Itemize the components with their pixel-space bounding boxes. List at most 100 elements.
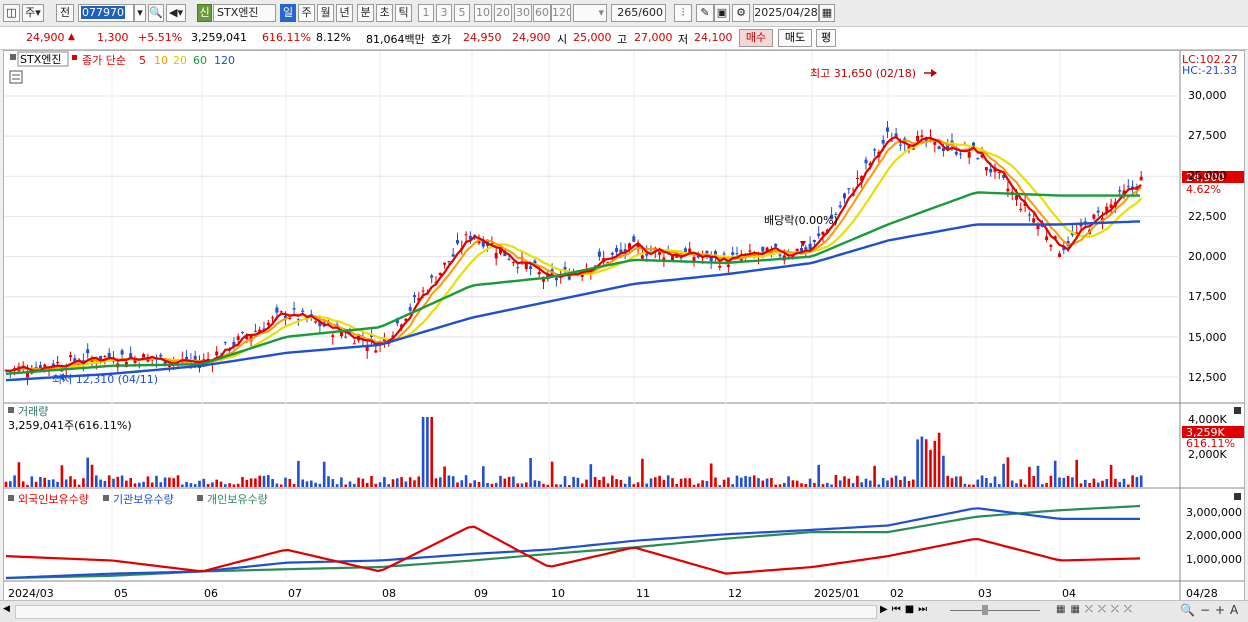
scroll-left-icon[interactable]: ◀: [3, 604, 13, 618]
period-tab-minute[interactable]: 분: [357, 4, 374, 22]
volume-bar: [4, 481, 8, 487]
candles: [4, 120, 1143, 386]
chart-area[interactable]: STX엔진 종가 단순 5 10 20 60 120 LC:102.27 HC:…: [3, 50, 1245, 602]
volume-bar: [912, 479, 915, 487]
count-total: /600: [638, 6, 663, 19]
volume-bar: [894, 475, 898, 487]
scroll-track[interactable]: [15, 605, 877, 619]
interval-3[interactable]: 3: [436, 4, 452, 22]
candle-body: [279, 311, 283, 313]
price-change: 1,300: [97, 31, 129, 44]
sell-button[interactable]: 매도: [778, 29, 812, 47]
volume-bar: [469, 483, 472, 487]
hold-y-tick: 3,000,000: [1186, 506, 1242, 519]
scroll-bar[interactable]: ◀ ▶⏮■⏭ ▦▦⤫⤫⤫⤫ 🔍−+A: [0, 600, 1248, 622]
volume-bar: [193, 484, 197, 487]
zoom-slider-handle[interactable]: [982, 605, 988, 615]
volume-bar: [537, 480, 541, 487]
stock-name-field[interactable]: STX엔진: [213, 4, 276, 22]
interval-120[interactable]: 120: [551, 4, 571, 22]
volume-bar: [47, 479, 51, 487]
volume-bar: [847, 478, 851, 487]
calendar-icon[interactable]: ▦: [819, 4, 835, 22]
legend-institution: 기관보유수량: [113, 493, 174, 506]
toolbar: ◫ 주▾ 전 077970 ▾ 🔍 ◀▾ 신 STX엔진 일 주 월 년 분 초…: [0, 0, 1248, 27]
close-panel-icon[interactable]: [1234, 407, 1241, 414]
volume-bar: [718, 484, 722, 487]
hoga-label: 호가: [431, 33, 452, 46]
ma5-line: [5, 135, 1142, 372]
count-input[interactable]: 265/600: [611, 4, 666, 22]
period-tab-second[interactable]: 초: [376, 4, 393, 22]
volume-bar: [985, 477, 988, 487]
nav-buttons-icon[interactable]: ▶⏮■⏭: [880, 604, 931, 615]
interval-5[interactable]: 5: [454, 4, 470, 22]
candle-icon[interactable]: ⫶: [674, 4, 692, 22]
interval-30[interactable]: 30: [514, 4, 532, 22]
ma60-line: [5, 191, 1140, 375]
volume-bar: [649, 478, 653, 487]
window-icon[interactable]: ◫: [3, 4, 20, 22]
legend-ma20: 20: [173, 54, 187, 67]
volume-bar: [516, 483, 519, 487]
code-dropdown-icon[interactable]: ▾: [134, 4, 146, 22]
volume-bar: [826, 482, 829, 487]
interval-10[interactable]: 10: [474, 4, 492, 22]
interval-dropdown[interactable]: ▾: [573, 4, 607, 22]
volume-bar: [1101, 480, 1104, 487]
volume-bar: [43, 477, 46, 487]
date-input[interactable]: 2025/04/28: [753, 4, 819, 22]
tool-icons[interactable]: ▦▦⤫⤫⤫⤫: [1056, 604, 1137, 615]
prev-button[interactable]: 전: [56, 4, 74, 22]
save-icon[interactable]: ▣: [714, 4, 730, 22]
period-tab-month[interactable]: 월: [317, 4, 334, 22]
volume-bar: [69, 476, 72, 487]
volume-bar: [155, 475, 158, 487]
x-tick: 03: [978, 587, 992, 600]
volume-bar: [692, 484, 696, 487]
volume-bar: [864, 478, 868, 487]
interval-60[interactable]: 60: [533, 4, 551, 22]
volume-bar: [606, 483, 610, 487]
gear-icon[interactable]: ⚙: [732, 4, 750, 22]
volume-bar: [361, 478, 365, 487]
stock-code-input[interactable]: 077970: [78, 4, 134, 22]
volume-bar: [120, 475, 124, 487]
buy-button[interactable]: 매수: [739, 29, 773, 47]
volume-bar: [150, 482, 154, 487]
candle-body: [804, 247, 808, 250]
zoom-slider[interactable]: [950, 610, 1040, 611]
table-icon[interactable]: [9, 70, 23, 84]
period-tab-day[interactable]: 일: [280, 4, 296, 22]
volume-bar: [310, 480, 313, 487]
period-select[interactable]: 주▾: [22, 4, 44, 22]
candle-body: [103, 355, 107, 357]
volume-bar: [486, 482, 489, 487]
candle-body: [735, 253, 739, 255]
candle-body: [671, 256, 674, 261]
average-button[interactable]: 평: [816, 29, 836, 47]
volume-bar: [740, 477, 743, 487]
volume-bar: [989, 483, 992, 487]
volume-bar: [869, 480, 872, 487]
interval-20[interactable]: 20: [494, 4, 512, 22]
volume-bar: [249, 478, 253, 487]
search-icon[interactable]: 🔍: [148, 4, 164, 22]
draw-tool-icon[interactable]: ✎: [696, 4, 714, 22]
sound-icon[interactable]: ◀▾: [166, 4, 186, 22]
period-tab-tick[interactable]: 틱: [395, 4, 412, 22]
volume-bar: [568, 484, 571, 487]
volume-bar: [886, 480, 889, 487]
y-tick: 27,500: [1188, 129, 1227, 142]
volume-bar: [774, 484, 777, 487]
interval-1[interactable]: 1: [418, 4, 434, 22]
period-tab-year[interactable]: 년: [336, 4, 353, 22]
zoom-icons[interactable]: 🔍−+A: [1180, 603, 1243, 617]
volume-bar: [1096, 482, 1100, 487]
volume-bar: [679, 478, 683, 487]
volume-bar: [662, 479, 666, 487]
period-tab-week[interactable]: 주: [298, 4, 315, 22]
candle-body: [1006, 188, 1010, 192]
volume-bar: [1062, 477, 1066, 487]
close-panel-icon[interactable]: [1234, 493, 1241, 500]
